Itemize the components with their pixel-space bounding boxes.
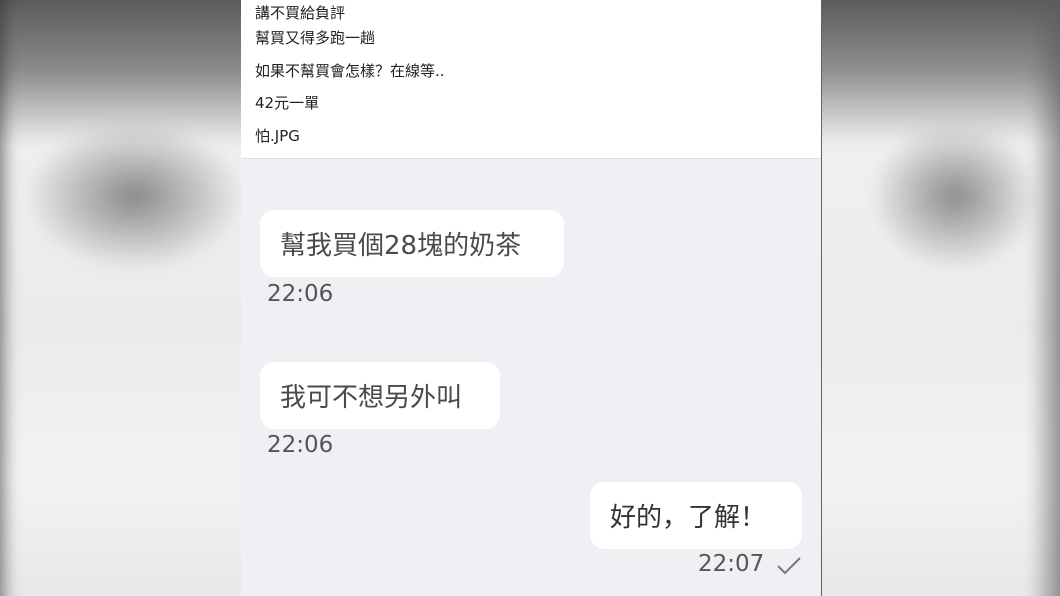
chat-screen: 講不買給負評 幫買又得多跑一趟 如果不幫買會怎樣？在線等.. 42元一單 怕.J… — [241, 0, 821, 596]
caption-line: 如果不幫買會怎樣？在線等.. — [255, 62, 445, 80]
caption-line: 怕.JPG — [255, 127, 300, 145]
caption-line: 講不買給負評 — [255, 4, 346, 22]
incoming-message-bubble[interactable]: 我可不想另外叫 — [260, 362, 500, 429]
incoming-message-bubble[interactable]: 幫我買個28塊的奶茶 — [260, 210, 564, 277]
message-text: 幫我買個28塊的奶茶 — [280, 231, 522, 261]
message-text: 我可不想另外叫 — [280, 383, 463, 413]
message-timestamp: 22:06 — [267, 281, 334, 307]
caption-card: 講不買給負評 幫買又得多跑一趟 如果不幫買會怎樣？在線等.. 42元一單 怕.J… — [241, 0, 821, 159]
blurred-background-right — [822, 0, 1060, 596]
message-timestamp: 22:07 — [698, 551, 765, 577]
edge-accent-line — [821, 0, 822, 596]
caption-line: 42元一單 — [255, 94, 320, 112]
message-text: 好的，了解！ — [610, 503, 767, 533]
outgoing-message-bubble[interactable]: 好的，了解！ — [590, 482, 802, 549]
blurred-background-left — [0, 0, 241, 596]
caption-line: 幫買又得多跑一趟 — [255, 29, 376, 47]
message-timestamp: 22:06 — [267, 432, 334, 458]
check-icon — [777, 557, 801, 575]
